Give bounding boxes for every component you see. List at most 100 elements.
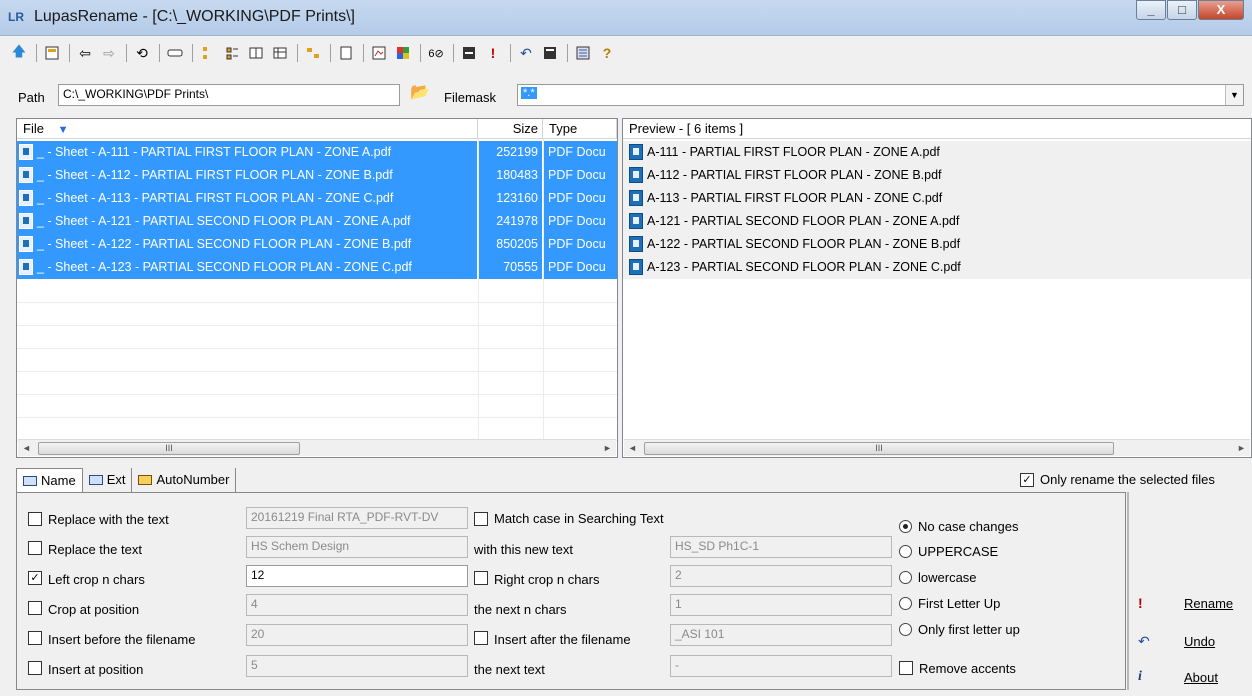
with-new-text-label: with this new text bbox=[474, 542, 573, 557]
filter-icon[interactable] bbox=[302, 42, 324, 64]
undo-bat-icon[interactable] bbox=[539, 42, 561, 64]
tab-ext[interactable]: Ext bbox=[83, 468, 133, 492]
case-radio-3[interactable] bbox=[899, 597, 912, 610]
drive-icon[interactable] bbox=[164, 42, 186, 64]
minimize-button[interactable]: _ bbox=[1136, 0, 1166, 20]
right-crop-input[interactable]: 2 bbox=[670, 565, 892, 587]
insert-at-position-input[interactable]: 5 bbox=[246, 655, 468, 677]
about-button[interactable]: i About bbox=[1130, 660, 1242, 696]
replace-with-text-checkbox[interactable] bbox=[28, 512, 42, 526]
tree-icon[interactable] bbox=[197, 42, 219, 64]
table-row[interactable]: _ - Sheet - A-112 - PARTIAL FIRST FLOOR … bbox=[17, 164, 617, 187]
preview-icon[interactable] bbox=[368, 42, 390, 64]
undo-icon[interactable]: ↶ bbox=[515, 42, 537, 64]
list-item[interactable]: A-121 - PARTIAL SECOND FLOOR PLAN - ZONE… bbox=[623, 210, 1251, 233]
open-folder-icon[interactable]: 📂 bbox=[410, 82, 430, 102]
scroll-left-icon[interactable]: ◄ bbox=[624, 440, 641, 457]
scroll-thumb[interactable]: III bbox=[38, 442, 300, 455]
file-type-cell: PDF Docu bbox=[544, 233, 617, 256]
toolbar-separator bbox=[159, 44, 160, 62]
with-new-text-input[interactable]: HS_SD Ph1C-1 bbox=[670, 536, 892, 558]
file-name-cell: _ - Sheet - A-121 - PARTIAL SECOND FLOOR… bbox=[17, 210, 477, 233]
ext-tab-icon bbox=[88, 475, 103, 485]
compare-icon[interactable]: 6⊘ bbox=[425, 42, 447, 64]
insert-after-checkbox[interactable] bbox=[474, 631, 488, 645]
file-name-cell: _ - Sheet - A-113 - PARTIAL FIRST FLOOR … bbox=[17, 187, 477, 210]
table-row[interactable]: _ - Sheet - A-113 - PARTIAL FIRST FLOOR … bbox=[17, 187, 617, 210]
insert-at-position-checkbox[interactable] bbox=[28, 661, 42, 675]
list-item[interactable]: A-113 - PARTIAL FIRST FLOOR PLAN - ZONE … bbox=[623, 187, 1251, 210]
filemask-combo[interactable]: *.* ▼ bbox=[517, 84, 1244, 106]
list-item[interactable]: A-112 - PARTIAL FIRST FLOOR PLAN - ZONE … bbox=[623, 164, 1251, 187]
match-case-checkbox[interactable] bbox=[474, 512, 488, 526]
list-item[interactable]: A-111 - PARTIAL FIRST FLOOR PLAN - ZONE … bbox=[623, 141, 1251, 164]
insert-after-input[interactable]: _ASI 101 bbox=[670, 624, 892, 646]
tab-strip: Name Ext AutoNumber bbox=[16, 468, 237, 492]
file-type-cell: PDF Docu bbox=[544, 187, 617, 210]
scroll-right-icon[interactable]: ► bbox=[1233, 440, 1250, 457]
remove-accents-label: Remove accents bbox=[919, 661, 1016, 676]
case-radio-0[interactable] bbox=[899, 520, 912, 533]
case-radio-4[interactable] bbox=[899, 623, 912, 636]
replace-the-text-input[interactable]: HS Schem Design bbox=[246, 536, 468, 558]
preview-name-cell: A-123 - PARTIAL SECOND FLOOR PLAN - ZONE… bbox=[627, 256, 1247, 279]
list-icon[interactable] bbox=[245, 42, 267, 64]
table-row[interactable]: _ - Sheet - A-121 - PARTIAL SECOND FLOOR… bbox=[17, 210, 617, 233]
only-selected-checkbox[interactable]: ✓ bbox=[1020, 473, 1034, 487]
row-gridline bbox=[17, 348, 617, 349]
close-button[interactable]: X bbox=[1198, 0, 1244, 20]
back-arrow-icon[interactable]: ⇦ bbox=[74, 42, 96, 64]
replace-with-text-input[interactable]: 20161219 Final RTA_PDF-RVT-DV bbox=[246, 507, 468, 529]
next-text-input[interactable]: - bbox=[670, 655, 892, 677]
next-n-chars-input[interactable]: 1 bbox=[670, 594, 892, 616]
page-icon[interactable] bbox=[335, 42, 357, 64]
tab-name[interactable]: Name bbox=[16, 468, 83, 492]
table-row[interactable]: _ - Sheet - A-111 - PARTIAL FIRST FLOOR … bbox=[17, 141, 617, 164]
preview-hscrollbar[interactable]: ◄ III ► bbox=[624, 439, 1250, 456]
next-n-chars-label: the next n chars bbox=[474, 602, 567, 617]
right-crop-checkbox[interactable] bbox=[474, 571, 488, 585]
list-item[interactable]: A-123 - PARTIAL SECOND FLOOR PLAN - ZONE… bbox=[623, 256, 1251, 279]
column-header-size[interactable]: Size bbox=[478, 119, 543, 139]
rename-button[interactable]: ! Rename bbox=[1130, 586, 1242, 622]
column-header-type[interactable]: Type bbox=[543, 119, 617, 139]
remove-accents-checkbox[interactable] bbox=[899, 661, 913, 675]
grid-icon[interactable] bbox=[269, 42, 291, 64]
crop-at-position-checkbox[interactable] bbox=[28, 601, 42, 615]
panel-icon[interactable] bbox=[41, 42, 63, 64]
replace-the-text-checkbox[interactable] bbox=[28, 541, 42, 555]
crop-at-position-input[interactable]: 4 bbox=[246, 594, 468, 616]
table-row[interactable]: _ - Sheet - A-123 - PARTIAL SECOND FLOOR… bbox=[17, 256, 617, 279]
forward-arrow-icon[interactable]: ⇨ bbox=[98, 42, 120, 64]
cmd-icon[interactable] bbox=[458, 42, 480, 64]
undo-icon: ↶ bbox=[1138, 633, 1150, 649]
up-arrow-icon[interactable]: 🡅 bbox=[8, 42, 30, 64]
scroll-left-icon[interactable]: ◄ bbox=[18, 440, 35, 457]
maximize-button[interactable]: □ bbox=[1167, 0, 1197, 20]
left-crop-checkbox[interactable]: ✓ bbox=[28, 571, 42, 585]
insert-before-input[interactable]: 20 bbox=[246, 624, 468, 646]
chevron-down-icon[interactable]: ▼ bbox=[1225, 85, 1243, 105]
rename-icon[interactable]: ! bbox=[482, 42, 504, 64]
case-radio-1[interactable] bbox=[899, 545, 912, 558]
file-type-cell: PDF Docu bbox=[544, 210, 617, 233]
column-header-file[interactable]: File ▼ bbox=[17, 119, 478, 139]
file-list-hscrollbar[interactable]: ◄ III ► bbox=[18, 439, 616, 456]
refresh-icon[interactable]: ⟲ bbox=[131, 42, 153, 64]
insert-before-checkbox[interactable] bbox=[28, 631, 42, 645]
left-crop-input[interactable]: 12 bbox=[246, 565, 468, 587]
settings-icon[interactable] bbox=[572, 42, 594, 64]
colors-icon[interactable] bbox=[392, 42, 414, 64]
list-item[interactable]: A-122 - PARTIAL SECOND FLOOR PLAN - ZONE… bbox=[623, 233, 1251, 256]
tab-autonumber[interactable]: AutoNumber bbox=[132, 468, 237, 492]
details-icon[interactable] bbox=[221, 42, 243, 64]
table-row[interactable]: _ - Sheet - A-122 - PARTIAL SECOND FLOOR… bbox=[17, 233, 617, 256]
undo-button[interactable]: ↶ Undo bbox=[1130, 624, 1242, 660]
tab-ext-label: Ext bbox=[106, 472, 126, 487]
scroll-thumb[interactable]: III bbox=[644, 442, 1114, 455]
pdf-file-icon bbox=[629, 259, 643, 275]
case-radio-2[interactable] bbox=[899, 571, 912, 584]
path-input[interactable]: C:\_WORKING\PDF Prints\ bbox=[58, 84, 400, 106]
scroll-right-icon[interactable]: ► bbox=[599, 440, 616, 457]
help-icon[interactable]: ? bbox=[596, 42, 618, 64]
